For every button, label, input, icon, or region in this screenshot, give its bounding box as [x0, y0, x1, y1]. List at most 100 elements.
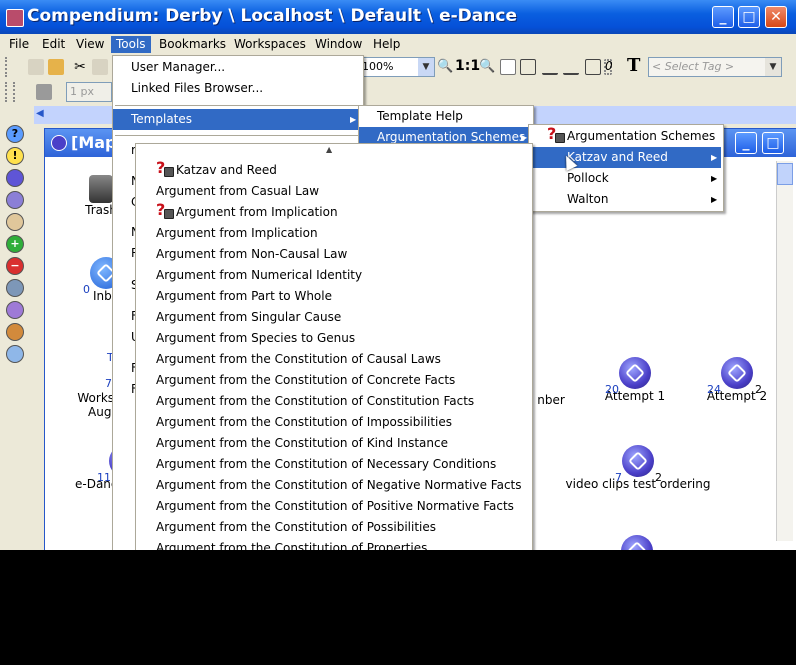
menu-separator: [115, 135, 361, 136]
maximize-button[interactable]: □: [738, 6, 760, 28]
menu-separator: [115, 105, 361, 106]
menu-tools[interactable]: Tools: [111, 36, 151, 53]
menu-item-walton[interactable]: Walton ▶: [529, 189, 721, 210]
menu-item-scheme[interactable]: Argument from the Constitution of Negati…: [136, 475, 522, 496]
close-button[interactable]: ✕: [765, 6, 787, 28]
menu-item-scheme[interactable]: Argument from Implication: [136, 223, 318, 244]
menu-item-scheme[interactable]: Argument from the Constitution of Consti…: [136, 391, 474, 412]
menu-item-linked-files-browser[interactable]: Linked Files Browser...: [113, 78, 361, 99]
menu-item-scheme[interactable]: Argument from the Constitution of Necess…: [136, 454, 496, 475]
decision-icon[interactable]: [6, 301, 24, 319]
toolbar-gripper[interactable]: [5, 57, 11, 77]
scrollbar-thumb[interactable]: [777, 163, 793, 185]
question-template-icon: ?: [547, 125, 565, 143]
map-node-icon: [622, 445, 654, 477]
presentation2-icon[interactable]: [563, 59, 579, 75]
zoom-fit-icon[interactable]: [500, 59, 516, 75]
zoom-combo[interactable]: 100% ▼: [358, 57, 435, 77]
map-node-icon: [621, 535, 653, 550]
menu-item-scheme[interactable]: Argument from the Constitution of Kind I…: [136, 433, 448, 454]
zoom-out-icon[interactable]: 🔍: [437, 59, 453, 75]
list-icon[interactable]: [6, 191, 24, 209]
map-vertical-scrollbar[interactable]: [776, 161, 793, 541]
menu-view[interactable]: View: [71, 36, 109, 53]
menu-item-scheme[interactable]: Argument from Species to Genus: [136, 328, 355, 349]
menu-bookmarks[interactable]: Bookmarks: [154, 36, 231, 53]
menu-file[interactable]: File: [4, 36, 34, 53]
note-icon[interactable]: [6, 213, 24, 231]
menu-item-katzav-and-reed[interactable]: Katzav and Reed ▶: [529, 147, 721, 168]
menu-item-scheme[interactable]: Argument from the Constitution of Proper…: [136, 538, 427, 550]
menu-item-scheme-template[interactable]: ? Argument from Implication: [136, 201, 338, 223]
menu-item-pollock[interactable]: Pollock ▶: [529, 168, 721, 189]
menu-item-template-help[interactable]: Template Help: [359, 106, 531, 127]
line-width-combo[interactable]: 1 px: [66, 82, 112, 102]
menu-help[interactable]: Help: [368, 36, 405, 53]
argument-icon[interactable]: [6, 323, 24, 341]
menu-item-scheme[interactable]: Argument from Part to Whole: [136, 286, 332, 307]
zoom-focus-icon[interactable]: [520, 59, 536, 75]
map-node-icon: [721, 357, 753, 389]
window-title: Compendium: Derby \ Localhost \ Default …: [27, 6, 517, 26]
menu-item-scheme[interactable]: Argument from the Constitution of Possib…: [136, 517, 436, 538]
menu-item-templates[interactable]: Templates ▶: [113, 109, 361, 130]
menu-item-scheme[interactable]: Argument from Singular Cause: [136, 307, 341, 328]
toolbar-gripper[interactable]: [5, 82, 11, 102]
map-node-icon: [619, 357, 651, 389]
select-tag-combo[interactable]: < Select Tag > ▼: [648, 57, 782, 77]
node-count-right: 2: [755, 383, 762, 396]
add-slide-icon[interactable]: [585, 59, 601, 75]
idea-icon[interactable]: !: [6, 147, 24, 165]
menu-item-scheme[interactable]: Argument from the Constitution of Causal…: [136, 349, 441, 370]
screen: Compendium: Derby \ Localhost \ Default …: [0, 0, 796, 550]
zoom-1-1-button[interactable]: 1:1: [455, 58, 480, 74]
presentation-icon[interactable]: [542, 59, 558, 75]
zoom-in-icon[interactable]: 🔍: [479, 59, 495, 75]
map-window-title: [Map: [71, 133, 117, 152]
con-icon[interactable]: −: [6, 257, 24, 275]
question-template-icon: ?: [156, 159, 174, 177]
node-palette: ? ! + −: [6, 125, 26, 367]
copy-icon[interactable]: [92, 59, 108, 75]
menu-item-argumentation-schemes-template[interactable]: ? Argumentation Schemes: [529, 125, 721, 147]
scroll-up-icon[interactable]: ▲: [326, 145, 332, 154]
attempt-2-node[interactable]: 24 2 Attempt 2: [705, 357, 769, 403]
menu-edit[interactable]: Edit: [37, 36, 70, 53]
node-count: 24: [707, 383, 721, 396]
pro-con-icon[interactable]: [6, 345, 24, 363]
partial-node[interactable]: nber: [531, 393, 571, 407]
question-template-icon: ?: [156, 201, 174, 219]
new-icon[interactable]: [28, 59, 44, 75]
menu-item-scheme[interactable]: Argument from Non-Causal Law: [136, 244, 347, 265]
menu-window[interactable]: Window: [310, 36, 367, 53]
open-folder-icon[interactable]: [48, 59, 64, 75]
map-minimize-button[interactable]: _: [735, 132, 757, 154]
map-icon: [51, 135, 67, 151]
minimize-button[interactable]: _: [712, 6, 734, 28]
submenu-arrow-icon: ▶: [711, 153, 718, 162]
cut-icon[interactable]: ✂: [72, 59, 88, 75]
menu-item-partial[interactable]: r: [113, 140, 136, 161]
menu-item-user-manager[interactable]: User Manager...: [113, 57, 361, 78]
video-clips-node[interactable]: 7 2 video clips test ordering: [563, 445, 713, 491]
menu-item-scheme[interactable]: Argument from Numerical Identity: [136, 265, 362, 286]
toolbar-gripper[interactable]: [13, 82, 19, 102]
attempt-1-node[interactable]: 20 Attempt 1: [603, 357, 667, 403]
reference-icon[interactable]: [6, 279, 24, 297]
question-icon[interactable]: ?: [6, 125, 24, 143]
chevron-down-icon: ▼: [418, 58, 434, 76]
line-color-icon[interactable]: [36, 84, 52, 100]
text-tool-icon[interactable]: T: [627, 55, 640, 76]
pro-icon[interactable]: +: [6, 235, 24, 253]
menu-item-scheme[interactable]: Argument from the Constitution of Positi…: [136, 496, 514, 517]
menu-item-scheme[interactable]: Argument from Casual Law: [136, 181, 319, 202]
chevron-down-icon: ▼: [765, 58, 781, 76]
menu-item-scheme[interactable]: Argument from the Constitution of Imposs…: [136, 412, 452, 433]
map-icon[interactable]: [6, 169, 24, 187]
scroll-left-icon[interactable]: ◀: [36, 108, 44, 119]
partial-map-node[interactable]: [621, 535, 653, 550]
menu-item-katzav-template[interactable]: ? Katzav and Reed: [136, 159, 277, 181]
menu-workspaces[interactable]: Workspaces: [229, 36, 311, 53]
menu-item-scheme[interactable]: Argument from the Constitution of Concre…: [136, 370, 455, 391]
map-restore-button[interactable]: □: [762, 132, 784, 154]
